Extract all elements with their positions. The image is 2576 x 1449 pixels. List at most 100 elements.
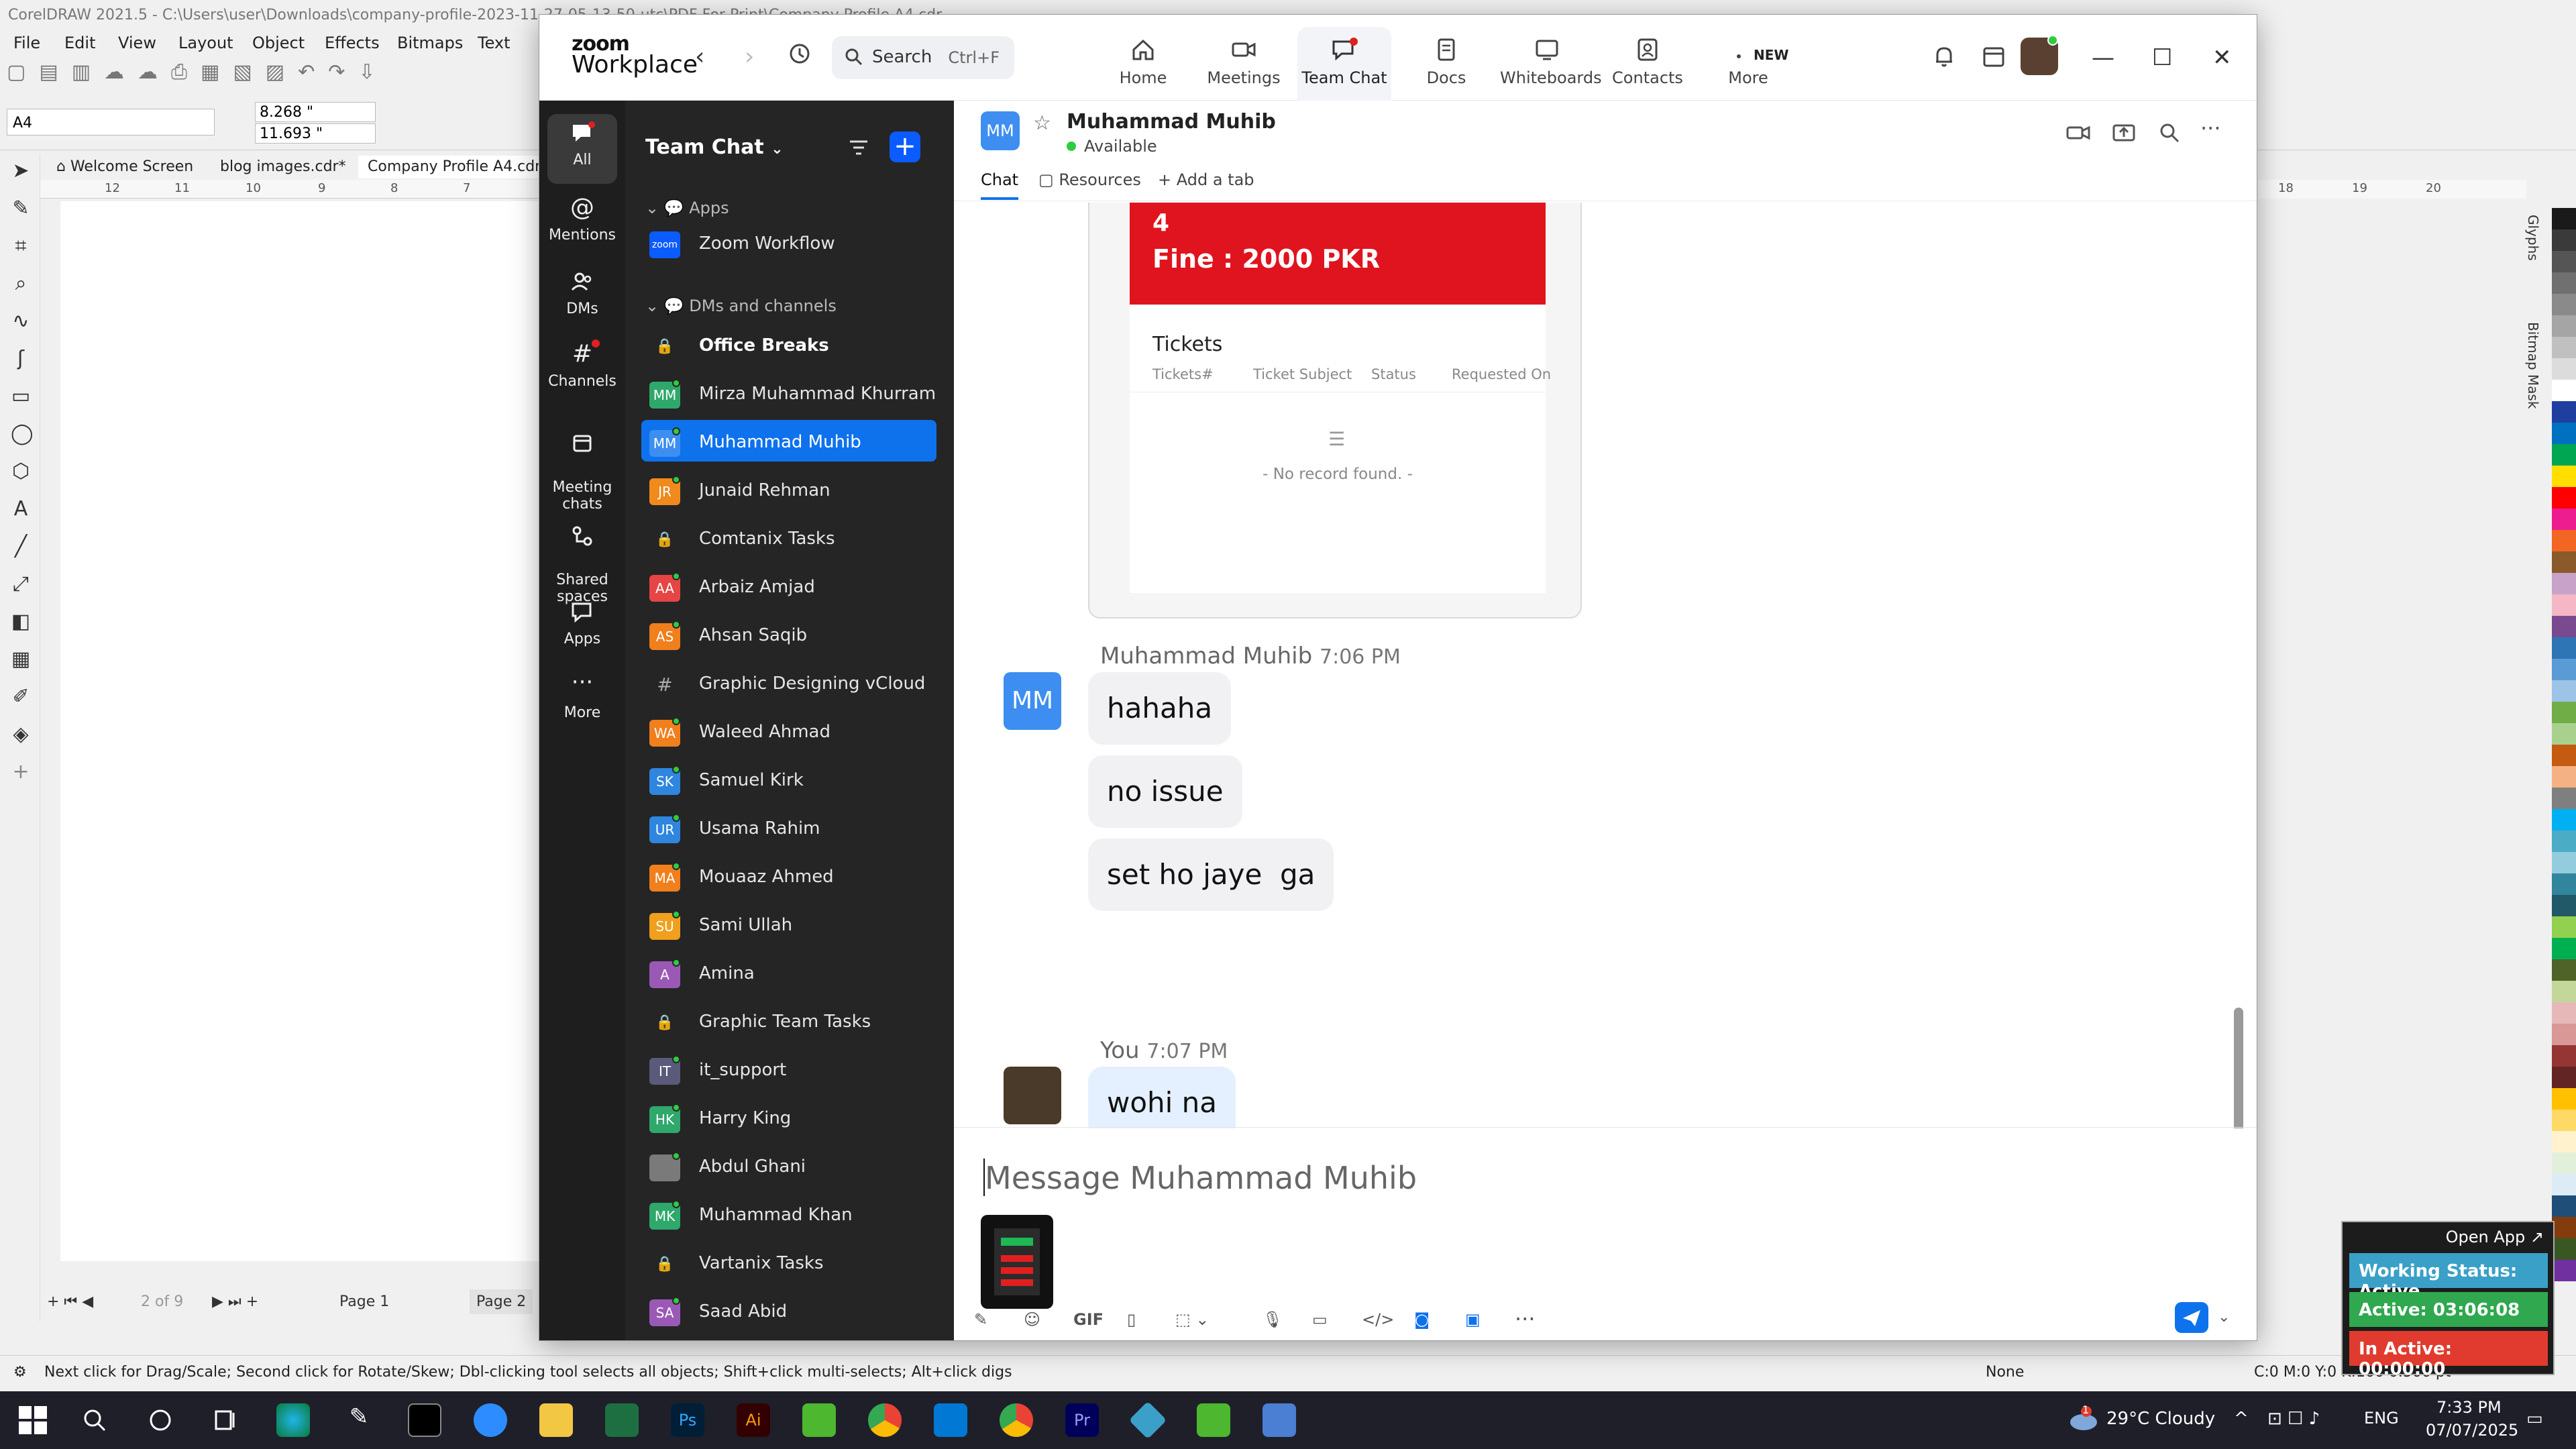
list-item[interactable]: MM Mirza Muhammad Khurram [641, 372, 936, 413]
palette-swatch[interactable] [2552, 873, 2576, 895]
standard-toolbar-icons[interactable]: ▢▤▥☁☁⎙▦▧▨↶↷⇩ [7, 60, 530, 87]
palette-swatch[interactable] [2552, 508, 2576, 530]
palette-swatch[interactable] [2552, 594, 2576, 616]
vscode-icon[interactable] [934, 1403, 967, 1437]
palette-swatch[interactable] [2552, 337, 2576, 358]
notification-icon[interactable]: ▭ [2526, 1409, 2543, 1429]
tray-icons[interactable]: ⊡ ☐ ♪ [2267, 1409, 2320, 1429]
palette-swatch[interactable] [2552, 294, 2576, 315]
eyedropper-icon[interactable]: ✐ [11, 687, 31, 707]
list-item[interactable]: # Graphic Designing vCloud [641, 661, 936, 703]
freehand-tool-icon[interactable]: ∿ [11, 311, 31, 331]
nav-home[interactable]: Home [1096, 27, 1190, 101]
page-size-select[interactable]: A4 [7, 109, 215, 136]
palette-swatch[interactable] [2552, 1217, 2576, 1238]
artistic-media-icon[interactable]: ʃ [11, 349, 31, 369]
palette-swatch[interactable] [2552, 981, 2576, 1002]
chrome-icon[interactable] [868, 1403, 902, 1437]
list-item[interactable]: JR Junaid Rehman [641, 468, 936, 510]
illustrator-icon[interactable]: Ai [737, 1403, 770, 1437]
menu-text[interactable]: Text [478, 34, 511, 52]
rail-more[interactable]: ··· More [539, 671, 625, 721]
file-icon[interactable]: ▯ [1127, 1310, 1136, 1329]
bell-icon[interactable] [1931, 43, 1957, 70]
more-tools-icon[interactable]: ··· [1515, 1306, 1536, 1332]
palette-swatch[interactable] [2552, 466, 2576, 487]
list-item[interactable]: AA Arbaiz Amjad [641, 565, 936, 606]
chrome-profile-icon[interactable] [1000, 1403, 1033, 1437]
maximize-icon[interactable]: ☐ [2152, 44, 2172, 71]
pick-tool-icon[interactable]: ➤ [11, 161, 31, 181]
search-input[interactable]: Search Ctrl+F [832, 36, 1014, 79]
message-list[interactable]: 4 Fine : 2000 PKR Tickets Tickets# Ticke… [954, 203, 2257, 1128]
palette-swatch[interactable] [2552, 637, 2576, 659]
list-item[interactable]: IT it_support [641, 1048, 936, 1089]
fill-tool-icon[interactable]: ◈ [11, 724, 31, 745]
add-tool-icon[interactable]: + [11, 762, 31, 782]
video-message-icon[interactable]: ▭ [1312, 1310, 1328, 1329]
menu-edit[interactable]: Edit [64, 34, 95, 52]
list-item[interactable]: MK Muhammad Khan [641, 1193, 936, 1234]
message-bubble[interactable]: wohi na [1088, 1067, 1236, 1128]
my-avatar[interactable] [1004, 1067, 1061, 1124]
tab-blog-images[interactable]: blog images.cdr* [211, 156, 356, 178]
list-item[interactable]: WA Waleed Ahmad [641, 710, 936, 751]
bitmap-mask-tab[interactable]: Bitmap Mask [2525, 322, 2541, 409]
list-item[interactable]: 🔒 Vartanix Tasks [641, 1241, 936, 1283]
palette-swatch[interactable] [2552, 487, 2576, 508]
palette-swatch[interactable] [2552, 573, 2576, 594]
ellipse-tool-icon[interactable]: ◯ [11, 424, 34, 444]
palette-swatch[interactable] [2552, 680, 2576, 702]
palette-swatch[interactable] [2552, 830, 2576, 852]
palette-swatch[interactable] [2552, 616, 2576, 637]
palette-swatch[interactable] [2552, 380, 2576, 401]
corel-alt-icon[interactable] [1197, 1403, 1230, 1437]
premiere-icon[interactable]: Pr [1065, 1403, 1099, 1437]
palette-swatch[interactable] [2552, 723, 2576, 745]
list-item[interactable]: MM Muhammad Muhib [641, 420, 936, 462]
list-item[interactable]: 🔒 Office Breaks [641, 323, 936, 365]
tracker-app-icon[interactable] [1128, 1401, 1167, 1440]
palette-swatch[interactable] [2552, 208, 2576, 229]
palette-swatch[interactable] [2552, 852, 2576, 873]
format-icon[interactable]: ✎ [974, 1310, 987, 1329]
menu-view[interactable]: View [118, 34, 156, 52]
text-tool-icon[interactable]: A [11, 499, 31, 519]
palette-swatch[interactable] [2552, 551, 2576, 573]
new-chat-button[interactable]: + [890, 131, 920, 162]
app-icon-2[interactable]: ▣ [1465, 1310, 1481, 1329]
palette-swatch[interactable] [2552, 251, 2576, 272]
edge-icon[interactable] [276, 1403, 310, 1437]
palette-swatch[interactable] [2552, 659, 2576, 680]
palette-swatch[interactable] [2552, 423, 2576, 444]
menu-layout[interactable]: Layout [178, 34, 233, 52]
polygon-tool-icon[interactable]: ⬡ [11, 462, 31, 482]
message-bubble[interactable]: hahaha [1088, 672, 1232, 745]
language-indicator[interactable]: ENG [2364, 1409, 2399, 1428]
clock-time[interactable]: 7:33 PM [2436, 1398, 2502, 1417]
team-chat-title[interactable]: Team Chat ⌄ [645, 136, 784, 159]
shadow-tool-icon[interactable]: ◧ [11, 612, 31, 632]
palette-swatch[interactable] [2552, 1238, 2576, 1260]
palette-swatch[interactable] [2552, 229, 2576, 251]
tab-welcome-screen[interactable]: ⌂ Welcome Screen [47, 156, 203, 178]
menu-file[interactable]: File [13, 34, 40, 52]
palette-swatch[interactable] [2552, 1110, 2576, 1131]
tab-company-profile[interactable]: Company Profile A4.cdr [358, 156, 551, 178]
page-nav-buttons[interactable]: + ⏮ ◀ [47, 1293, 93, 1310]
message-input[interactable]: Message Muhammad Muhib [985, 1160, 1417, 1196]
nav-whiteboards[interactable]: Whiteboards [1500, 27, 1602, 101]
menu-bitmaps[interactable]: Bitmaps [397, 34, 463, 52]
terminal-icon[interactable] [408, 1403, 441, 1437]
calendar-icon[interactable] [1980, 43, 2007, 70]
send-options-icon[interactable]: ⌄ [2218, 1309, 2230, 1326]
chevron-up-icon[interactable]: ^ [2234, 1409, 2249, 1429]
transparency-tool-icon[interactable]: ▦ [11, 649, 31, 669]
rail-dms[interactable]: DMs [539, 268, 625, 317]
pen-app-icon[interactable]: ✎ [342, 1403, 376, 1437]
glyphs-tab[interactable]: Glyphs [2525, 215, 2541, 261]
contact-name[interactable]: Muhammad Muhib [1067, 110, 1276, 133]
profile-avatar[interactable] [2021, 35, 2058, 75]
nav-more[interactable]: NEW More [1701, 27, 1795, 101]
minimize-icon[interactable]: — [2092, 44, 2114, 71]
